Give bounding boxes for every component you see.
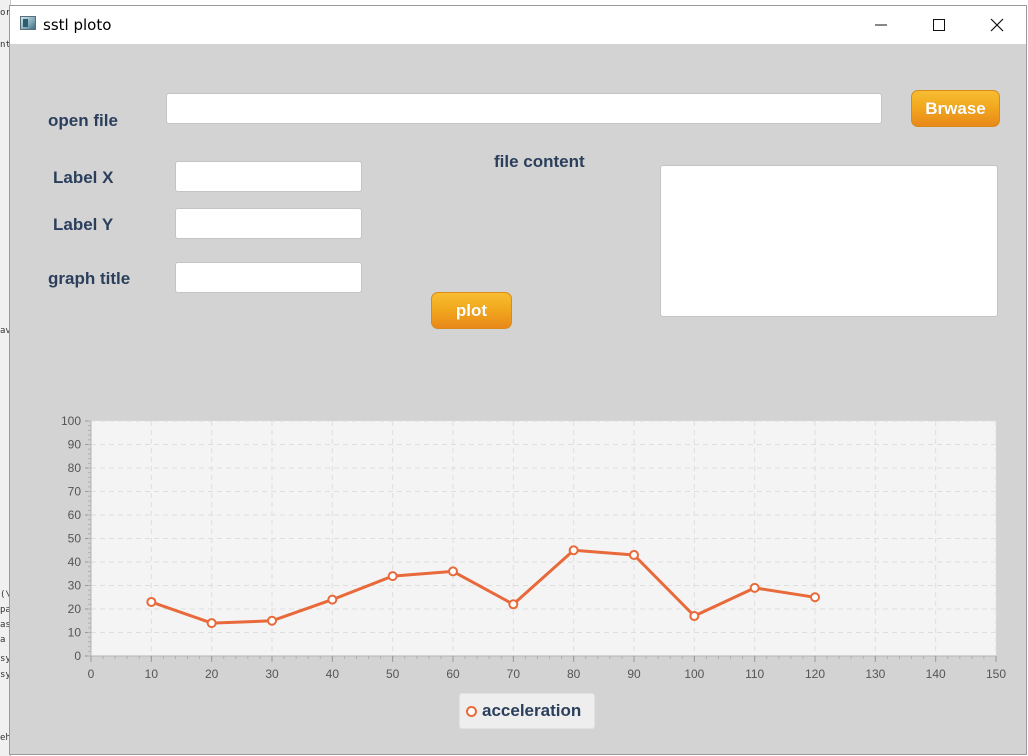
- data-point: [146, 596, 157, 607]
- data-point: [810, 592, 820, 603]
- y-tick-label: 70: [68, 485, 82, 499]
- x-tick-label: 70: [507, 667, 521, 681]
- x-tick-label: 90: [627, 667, 641, 681]
- x-tick-label: 150: [986, 667, 1006, 681]
- y-tick-label: 80: [68, 461, 82, 475]
- y-tick-label: 40: [68, 555, 82, 569]
- y-tick-label: 90: [68, 438, 82, 452]
- x-tick-label: 40: [326, 667, 340, 681]
- y-tick-label: 100: [61, 414, 81, 428]
- x-tick-label: 100: [684, 667, 704, 681]
- data-point: [508, 599, 519, 610]
- x-tick-label: 20: [205, 667, 219, 681]
- x-tick-label: 130: [865, 667, 885, 681]
- data-point: [206, 618, 217, 629]
- data-point: [448, 566, 458, 577]
- legend-marker: [466, 705, 477, 717]
- x-tick-label: 80: [567, 667, 581, 681]
- data-point: [568, 545, 579, 556]
- y-tick-label: 60: [68, 508, 82, 522]
- x-tick-label: 50: [386, 667, 400, 681]
- x-tick-label: 140: [926, 667, 946, 681]
- x-tick-label: 0: [88, 667, 95, 681]
- data-point: [267, 615, 277, 626]
- data-point: [327, 594, 338, 605]
- data-point: [387, 571, 398, 582]
- y-tick-label: 0: [74, 649, 81, 663]
- data-point: [629, 549, 639, 560]
- x-tick-label: 110: [745, 667, 764, 681]
- x-tick-label: 60: [446, 667, 460, 681]
- data-point: [689, 611, 700, 622]
- x-tick-label: 10: [145, 667, 159, 681]
- legend-label-acceleration: acceleration: [482, 701, 582, 720]
- data-point: [749, 582, 760, 593]
- line-chart: 0 10 20 30 40 50 60 70 80 90 100 0 10 20 30 40 50 60 70 80 9…: [61, 414, 1006, 681]
- y-tick-label: 20: [68, 602, 82, 616]
- y-tick-label: 30: [68, 579, 82, 593]
- x-tick-label: 30: [265, 667, 279, 681]
- background-text-fragment: a: [0, 635, 6, 645]
- chart-legend: acceleration: [459, 693, 595, 729]
- y-tick-label: 50: [68, 532, 82, 546]
- y-tick-label: 10: [68, 626, 82, 640]
- x-tick-label: 120: [805, 667, 825, 681]
- app-window: sstl ploto open file Brwase Label X Labe…: [9, 5, 1027, 755]
